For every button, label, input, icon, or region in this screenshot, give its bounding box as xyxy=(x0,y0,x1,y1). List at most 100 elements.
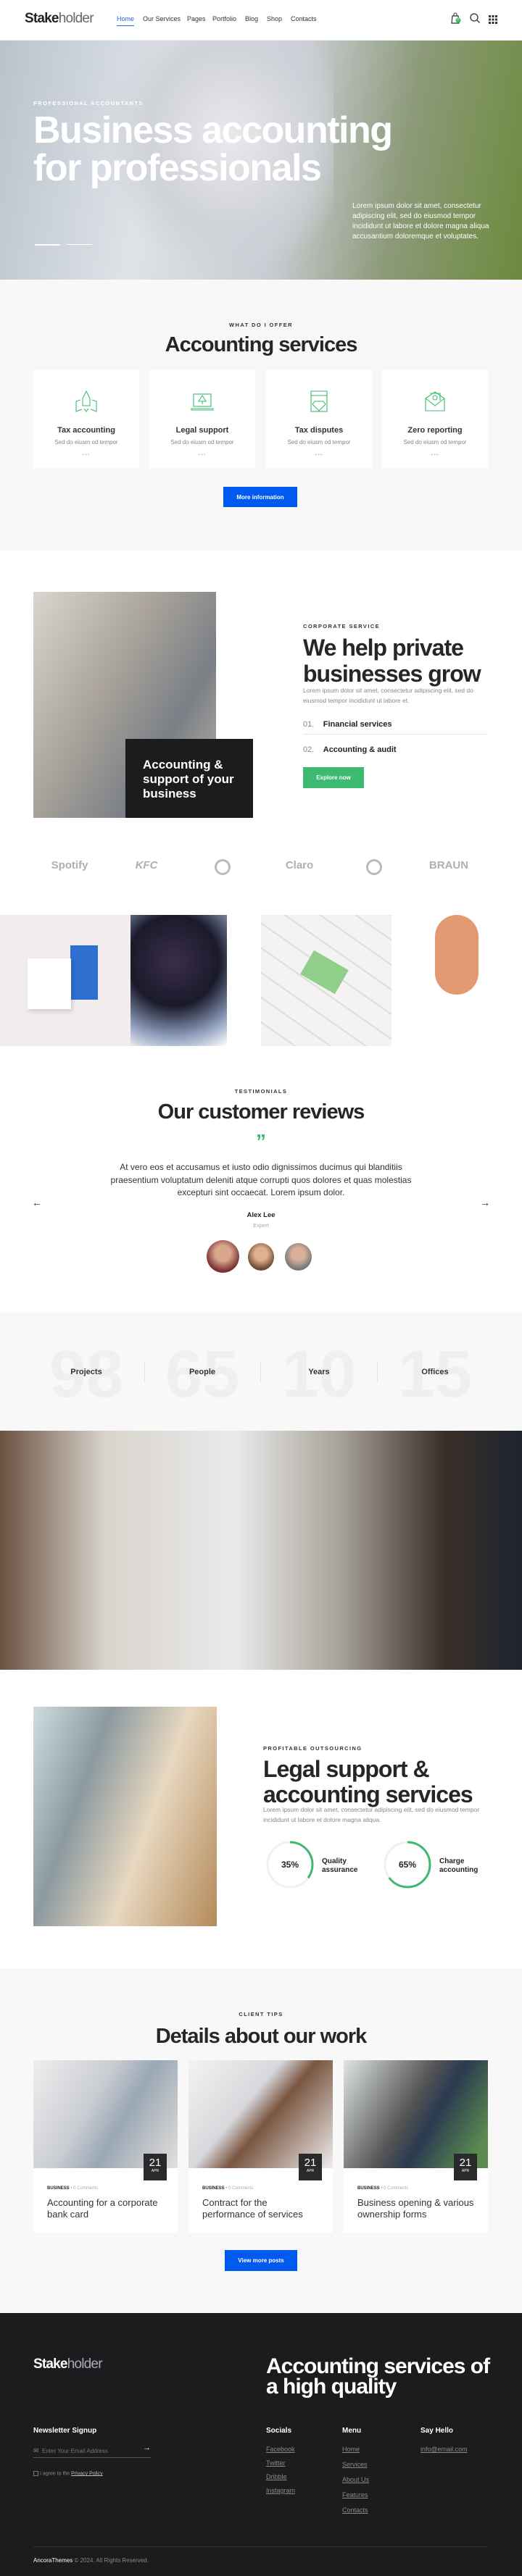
post-category[interactable]: BUSINESS xyxy=(47,2186,70,2191)
privacy-policy-link[interactable]: Privacy Policy xyxy=(71,2471,103,2476)
slider-next-arrow[interactable] xyxy=(67,244,92,245)
say-hello-heading: Say Hello xyxy=(420,2427,454,2435)
more-dots-icon[interactable]: ••• xyxy=(33,451,139,458)
email-input[interactable] xyxy=(42,2448,129,2454)
post-category[interactable]: BUSINESS xyxy=(357,2186,380,2191)
progress-value: 35% xyxy=(281,1860,299,1870)
testimonials-eyebrow: TESTIMONIALS xyxy=(234,1088,288,1095)
services-section: WHAT DO I OFFER Accounting services Tax … xyxy=(0,280,522,551)
post-title[interactable]: Accounting for a corporate bank card xyxy=(47,2197,167,2220)
newsletter-email-field[interactable]: ✉ → xyxy=(33,2443,151,2458)
service-card[interactable]: Zero reporting Sed do eiusm od tempor ••… xyxy=(382,370,488,469)
socials-heading: Socials xyxy=(266,2427,292,2435)
post-title[interactable]: Business opening & various ownership for… xyxy=(357,2197,477,2220)
cart-icon[interactable]: 0 xyxy=(451,12,461,24)
social-link[interactable]: Instagram xyxy=(266,2487,295,2494)
slider-prev-arrow[interactable] xyxy=(35,244,60,246)
nav-home[interactable]: Home xyxy=(117,15,135,26)
portfolio-gallery xyxy=(0,915,522,1046)
gallery-image-business-cards[interactable] xyxy=(261,915,392,1046)
nav-blog[interactable]: Blog xyxy=(245,15,258,22)
gallery-image-brochure[interactable] xyxy=(0,915,130,1046)
post-image[interactable] xyxy=(344,2060,488,2168)
footer-divider xyxy=(33,2546,488,2547)
post-title[interactable]: Contract for the performance of services xyxy=(202,2197,322,2220)
social-link[interactable]: Twitter xyxy=(266,2459,286,2467)
more-information-button[interactable]: More information xyxy=(223,487,297,507)
footer-menu-link[interactable]: Contacts xyxy=(342,2506,368,2514)
nav-portfolio[interactable]: Portfolio xyxy=(212,15,236,22)
blog-eyebrow: CLIENT TIPS xyxy=(239,2011,283,2017)
more-dots-icon[interactable]: ••• xyxy=(149,451,255,458)
more-dots-icon[interactable]: ••• xyxy=(382,451,488,458)
blog-post-card[interactable]: 21 APR BUSINESS • 0 Comments Contract for… xyxy=(188,2060,333,2233)
nav-contacts[interactable]: Contacts xyxy=(291,15,317,22)
footer-menu-link[interactable]: Features xyxy=(342,2491,368,2498)
post-comments[interactable]: 0 Comments xyxy=(228,2186,253,2191)
legal-eyebrow: PROFITABLE OUTSOURCING xyxy=(263,1745,362,1752)
service-card[interactable]: Tax disputes Sed do eiusm od tempor ••• xyxy=(266,370,372,469)
stats-section: 98 Projects 65 People 10 Years 15 Offices xyxy=(0,1313,522,1431)
avatar[interactable] xyxy=(248,1243,274,1271)
more-dots-icon[interactable]: ••• xyxy=(266,451,372,458)
post-meta: BUSINESS • 0 Comments xyxy=(202,2186,254,2191)
client-logo-claro: Claro xyxy=(285,859,314,871)
copyright: AncoraThemes © 2024. All Rights Reserved… xyxy=(33,2557,149,2564)
post-comments[interactable]: 0 Comments xyxy=(73,2186,98,2191)
footer-menu-link[interactable]: About Us xyxy=(342,2476,369,2483)
gallery-image-redhead[interactable] xyxy=(392,915,522,1046)
social-link[interactable]: Facebook xyxy=(266,2446,295,2453)
post-image[interactable] xyxy=(33,2060,178,2168)
privacy-consent: I agree to the Privacy Policy xyxy=(33,2471,103,2476)
blog-post-card[interactable]: 21 APR BUSINESS • 0 Comments Business ope… xyxy=(344,2060,488,2233)
post-comments[interactable]: 0 Comments xyxy=(384,2186,408,2191)
legal-title-1: Legal support & xyxy=(263,1756,430,1782)
service-title: Tax accounting xyxy=(57,426,115,435)
explore-now-button[interactable]: Explore now xyxy=(303,767,364,788)
stat-label: Offices xyxy=(421,1368,449,1376)
next-arrow-icon[interactable]: → xyxy=(480,1197,490,1208)
search-icon[interactable] xyxy=(470,13,480,27)
client-logo-github xyxy=(194,859,252,878)
gallery-image-astronaut[interactable] xyxy=(130,915,227,1046)
newsletter-heading: Newsletter Signup xyxy=(33,2427,97,2435)
corporate-box-text: Accounting & support of your business xyxy=(125,739,253,818)
corporate-eyebrow: CORPORATE SERVICE xyxy=(303,623,381,630)
stat-label: Projects xyxy=(70,1368,102,1376)
social-link[interactable]: Dribble xyxy=(266,2473,287,2480)
post-image[interactable] xyxy=(188,2060,333,2168)
client-logo-kfc: KFC xyxy=(135,859,158,871)
corporate-item-1[interactable]: 01. Financial services xyxy=(303,717,488,735)
logo[interactable]: Stakeholder xyxy=(25,11,94,27)
service-title: Zero reporting xyxy=(407,426,463,435)
corporate-item-2[interactable]: 02. Accounting & audit xyxy=(303,743,397,756)
service-title: Tax disputes xyxy=(294,426,344,435)
menu-heading: Menu xyxy=(342,2427,362,2435)
view-more-posts-button[interactable]: View more posts xyxy=(225,2250,297,2271)
footer-menu-link[interactable]: Services xyxy=(342,2461,368,2468)
nav-shop[interactable]: Shop xyxy=(267,15,282,22)
service-card[interactable]: Legal support Sed do eiusm od tempor ••• xyxy=(149,370,255,469)
blog-post-card[interactable]: 21 APR BUSINESS • 0 Comments Accounting f… xyxy=(33,2060,178,2233)
hero-eyebrow: PROFESSIONAL ACCOUNTANTS xyxy=(33,100,144,106)
grid-menu-icon[interactable] xyxy=(489,14,497,28)
footer-menu-link[interactable]: Home xyxy=(342,2446,360,2453)
prev-arrow-icon[interactable]: ← xyxy=(32,1197,42,1208)
cart-count: 0 xyxy=(457,17,459,22)
services-title: Accounting services xyxy=(165,333,358,356)
corporate-title-1: We help private xyxy=(303,635,464,661)
diamond-browser-icon xyxy=(307,390,331,413)
avatar[interactable] xyxy=(285,1243,312,1271)
quote-icon: ” xyxy=(256,1130,266,1153)
nav-our-services[interactable]: Our Services xyxy=(143,15,181,22)
contact-email-link[interactable]: info@email.com xyxy=(420,2446,468,2453)
footer-logo[interactable]: Stakeholder xyxy=(33,2357,103,2372)
client-logo-braun: BRAUN xyxy=(428,859,469,871)
post-category[interactable]: BUSINESS xyxy=(202,2186,225,2191)
privacy-checkbox[interactable] xyxy=(33,2471,38,2476)
avatar[interactable] xyxy=(207,1240,239,1273)
service-card[interactable]: Tax accounting Sed do eiusm od tempor ••… xyxy=(33,370,139,469)
nav-pages[interactable]: Pages xyxy=(187,15,206,22)
submit-arrow-icon[interactable]: → xyxy=(143,2443,151,2452)
stat-label: People xyxy=(188,1368,216,1376)
